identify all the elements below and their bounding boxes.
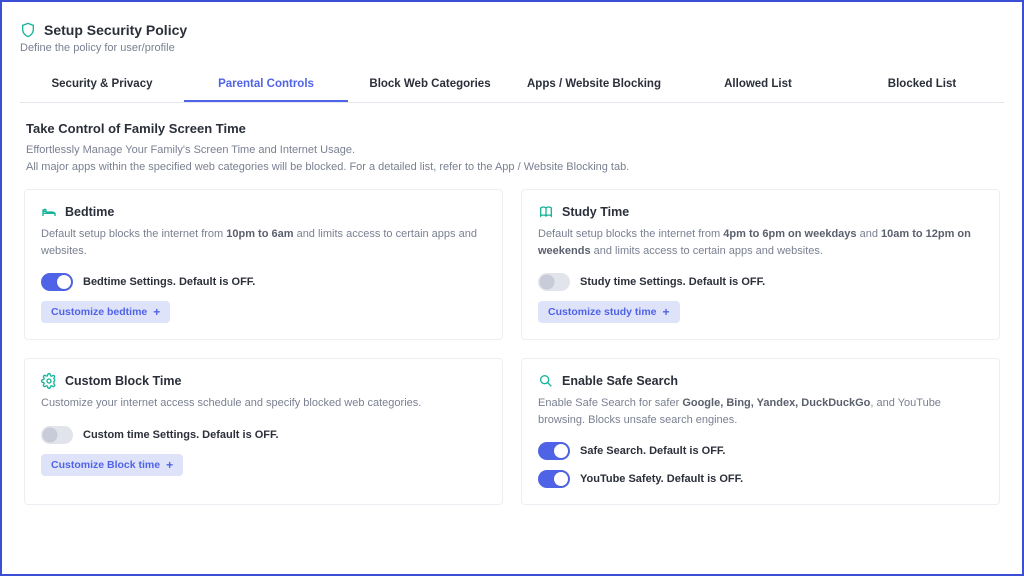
customize-study-button[interactable]: Customize study time+ <box>538 301 680 323</box>
tab-blocked-list[interactable]: Blocked List <box>840 68 1004 102</box>
custom-desc: Customize your internet access schedule … <box>41 395 486 412</box>
tab-allowed-list[interactable]: Allowed List <box>676 68 840 102</box>
study-toggle[interactable] <box>538 273 570 291</box>
custom-block-card: Custom Block Time Customize your interne… <box>24 358 503 505</box>
bedtime-title: Bedtime <box>65 205 114 219</box>
safe-search-card: Enable Safe Search Enable Safe Search fo… <box>521 358 1000 505</box>
study-title: Study Time <box>562 205 629 219</box>
custom-title: Custom Block Time <box>65 374 181 388</box>
youtube-safety-toggle-label: YouTube Safety. Default is OFF. <box>580 473 743 485</box>
gear-icon <box>41 373 57 389</box>
bedtime-toggle[interactable] <box>41 273 73 291</box>
safe-search-toggle[interactable] <box>538 442 570 460</box>
study-card: Study Time Default setup blocks the inte… <box>521 189 1000 340</box>
study-toggle-label: Study time Settings. Default is OFF. <box>580 276 765 288</box>
safe-search-toggle-label: Safe Search. Default is OFF. <box>580 445 726 457</box>
search-icon <box>538 373 554 389</box>
section-desc: Effortlessly Manage Your Family's Screen… <box>26 142 998 175</box>
plus-icon: + <box>663 306 670 318</box>
bedtime-toggle-label: Bedtime Settings. Default is OFF. <box>83 276 255 288</box>
bedtime-desc: Default setup blocks the internet from 1… <box>41 226 486 259</box>
safe-title: Enable Safe Search <box>562 374 678 388</box>
book-icon <box>538 204 554 220</box>
bedtime-card: Bedtime Default setup blocks the interne… <box>24 189 503 340</box>
tab-parental-controls[interactable]: Parental Controls <box>184 68 348 102</box>
tab-security-privacy[interactable]: Security & Privacy <box>20 68 184 102</box>
tabs: Security & Privacy Parental Controls Blo… <box>20 68 1004 103</box>
shield-icon <box>20 22 36 38</box>
customize-bedtime-button[interactable]: Customize bedtime+ <box>41 301 170 323</box>
page-subtitle: Define the policy for user/profile <box>20 42 1004 54</box>
page-title: Setup Security Policy <box>44 22 187 38</box>
bed-icon <box>41 204 57 220</box>
tab-block-web-categories[interactable]: Block Web Categories <box>348 68 512 102</box>
tab-apps-website-blocking[interactable]: Apps / Website Blocking <box>512 68 676 102</box>
plus-icon: + <box>166 459 173 471</box>
custom-toggle[interactable] <box>41 426 73 444</box>
youtube-safety-toggle[interactable] <box>538 470 570 488</box>
section-title: Take Control of Family Screen Time <box>26 121 998 136</box>
customize-block-button[interactable]: Customize Block time+ <box>41 454 183 476</box>
plus-icon: + <box>153 306 160 318</box>
safe-desc: Enable Safe Search for safer Google, Bin… <box>538 395 983 428</box>
study-desc: Default setup blocks the internet from 4… <box>538 226 983 259</box>
custom-toggle-label: Custom time Settings. Default is OFF. <box>83 429 279 441</box>
